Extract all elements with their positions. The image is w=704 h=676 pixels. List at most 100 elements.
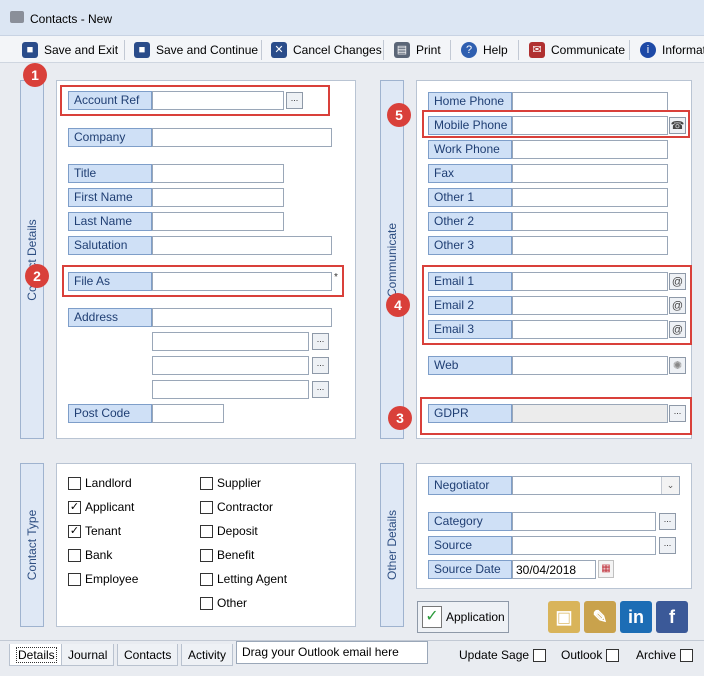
file-as-input[interactable] bbox=[152, 272, 332, 291]
email-2-input[interactable] bbox=[512, 296, 668, 315]
email-1-at-icon[interactable]: @ bbox=[669, 273, 686, 290]
source-button[interactable]: ... bbox=[659, 537, 676, 554]
checkbox-box[interactable] bbox=[200, 476, 213, 490]
category-input[interactable] bbox=[512, 512, 656, 531]
other-1-input[interactable] bbox=[512, 188, 668, 207]
save-and-exit-button[interactable]: ■ Save and Exit bbox=[22, 39, 118, 60]
gdpr-input[interactable] bbox=[512, 404, 668, 423]
checkbox-bank[interactable]: Bank bbox=[68, 548, 112, 562]
last-name-input[interactable] bbox=[152, 212, 284, 231]
save-and-exit-label: Save and Exit bbox=[44, 42, 119, 57]
other-3-input[interactable] bbox=[512, 236, 668, 255]
address-line-4-button[interactable]: ... bbox=[312, 381, 329, 398]
checkbox-box[interactable] bbox=[606, 648, 620, 662]
badge-5: 5 bbox=[387, 103, 411, 127]
tab-activity[interactable]: Activity bbox=[181, 644, 234, 666]
checkbox-box[interactable] bbox=[200, 548, 213, 562]
source-date-input[interactable] bbox=[512, 560, 596, 579]
application-button[interactable]: ✓ Application bbox=[417, 601, 509, 633]
checkbox-applicant[interactable]: ✓ Applicant bbox=[68, 500, 134, 514]
web-globe-icon[interactable]: ✺ bbox=[669, 357, 686, 374]
category-button[interactable]: ... bbox=[659, 513, 676, 530]
work-phone-input[interactable] bbox=[512, 140, 668, 159]
email-3-input[interactable] bbox=[512, 320, 668, 339]
checkbox-box[interactable] bbox=[200, 596, 213, 610]
mobile-phone-input[interactable] bbox=[512, 116, 668, 135]
checkbox-letting-agent[interactable]: Letting Agent bbox=[200, 572, 287, 586]
checkbox-box[interactable] bbox=[68, 548, 81, 562]
checkbox-box[interactable] bbox=[68, 476, 81, 490]
help-button[interactable]: ? Help bbox=[461, 39, 508, 60]
update-sage-checkbox[interactable]: Update Sage bbox=[459, 648, 547, 662]
printer-icon: ▤ bbox=[394, 41, 410, 58]
checkbox-benefit[interactable]: Benefit bbox=[200, 548, 254, 562]
floppy-cancel-icon: ✕ bbox=[271, 41, 287, 58]
print-label: Print bbox=[416, 42, 441, 57]
map-icon[interactable]: ▣ bbox=[548, 601, 580, 633]
checkbox-box[interactable]: ✓ bbox=[68, 524, 81, 538]
address-line-2-input[interactable] bbox=[152, 332, 309, 351]
information-button[interactable]: i Informati bbox=[640, 39, 704, 60]
address-line-1-input[interactable] bbox=[152, 308, 332, 327]
facebook-icon[interactable]: f bbox=[656, 601, 688, 633]
checkbox-contractor[interactable]: Contractor bbox=[200, 500, 273, 514]
title-label: Title bbox=[68, 164, 152, 183]
account-ref-lookup-button[interactable]: ... bbox=[286, 92, 303, 109]
communicate-panel-title: Communicate bbox=[385, 222, 399, 297]
mobile-phone-icon[interactable]: ☎ bbox=[669, 117, 686, 134]
checkbox-supplier[interactable]: Supplier bbox=[200, 476, 261, 490]
gdpr-button[interactable]: ... bbox=[669, 405, 686, 422]
address-line-4-input[interactable] bbox=[152, 380, 309, 399]
address-line-3-input[interactable] bbox=[152, 356, 309, 375]
checkbox-box[interactable] bbox=[68, 572, 81, 586]
address-line-2-button[interactable]: ... bbox=[312, 333, 329, 350]
checkbox-tenant[interactable]: ✓ Tenant bbox=[68, 524, 121, 538]
print-button[interactable]: ▤ Print bbox=[394, 39, 441, 60]
archive-checkbox[interactable]: Archive bbox=[636, 648, 694, 662]
email-3-at-icon[interactable]: @ bbox=[669, 321, 686, 338]
email-2-at-icon[interactable]: @ bbox=[669, 297, 686, 314]
checkbox-other[interactable]: Other bbox=[200, 596, 247, 610]
salutation-input[interactable] bbox=[152, 236, 332, 255]
linkedin-icon[interactable]: in bbox=[620, 601, 652, 633]
checkbox-label: Landlord bbox=[85, 476, 132, 490]
outlook-drop-zone[interactable]: Drag your Outlook email here bbox=[236, 641, 428, 664]
checkbox-box[interactable] bbox=[533, 648, 547, 662]
negotiator-select[interactable]: ⌄ bbox=[512, 476, 680, 495]
calendar-icon[interactable]: ▦ bbox=[598, 560, 614, 578]
communicate-button[interactable]: ✉ Communicate bbox=[529, 39, 625, 60]
address-line-3-button[interactable]: ... bbox=[312, 357, 329, 374]
title-input[interactable] bbox=[152, 164, 284, 183]
checkbox-deposit[interactable]: Deposit bbox=[200, 524, 258, 538]
post-code-input[interactable] bbox=[152, 404, 224, 423]
save-and-continue-button[interactable]: ■ Save and Continue bbox=[134, 39, 258, 60]
outlook-checkbox[interactable]: Outlook bbox=[561, 648, 620, 662]
first-name-input[interactable] bbox=[152, 188, 284, 207]
work-phone-label: Work Phone bbox=[428, 140, 512, 159]
tab-contacts[interactable]: Contacts bbox=[117, 644, 179, 666]
map-pin-icon[interactable]: ✎ bbox=[584, 601, 616, 633]
tab-journal[interactable]: Journal bbox=[61, 644, 115, 666]
source-input[interactable] bbox=[512, 536, 656, 555]
fax-input[interactable] bbox=[512, 164, 668, 183]
cancel-changes-button[interactable]: ✕ Cancel Changes bbox=[271, 39, 382, 60]
checkbox-box[interactable] bbox=[200, 572, 213, 586]
tab-details[interactable]: Details bbox=[9, 644, 64, 666]
other-2-input[interactable] bbox=[512, 212, 668, 231]
checkbox-box[interactable] bbox=[200, 524, 213, 538]
source-label: Source bbox=[428, 536, 512, 555]
checkbox-landlord[interactable]: Landlord bbox=[68, 476, 132, 490]
checkbox-box[interactable] bbox=[200, 500, 213, 514]
checkbox-box[interactable]: ✓ bbox=[68, 500, 81, 514]
other-3-label: Other 3 bbox=[428, 236, 512, 255]
company-input[interactable] bbox=[152, 128, 332, 147]
email-1-input[interactable] bbox=[512, 272, 668, 291]
information-label: Informati bbox=[662, 42, 704, 57]
chevron-down-icon[interactable]: ⌄ bbox=[661, 477, 679, 494]
email-3-label: Email 3 bbox=[428, 320, 512, 339]
checkbox-employee[interactable]: Employee bbox=[68, 572, 138, 586]
account-ref-input[interactable] bbox=[152, 91, 284, 110]
web-input[interactable] bbox=[512, 356, 668, 375]
home-phone-input[interactable] bbox=[512, 92, 668, 111]
checkbox-box[interactable] bbox=[680, 648, 694, 662]
